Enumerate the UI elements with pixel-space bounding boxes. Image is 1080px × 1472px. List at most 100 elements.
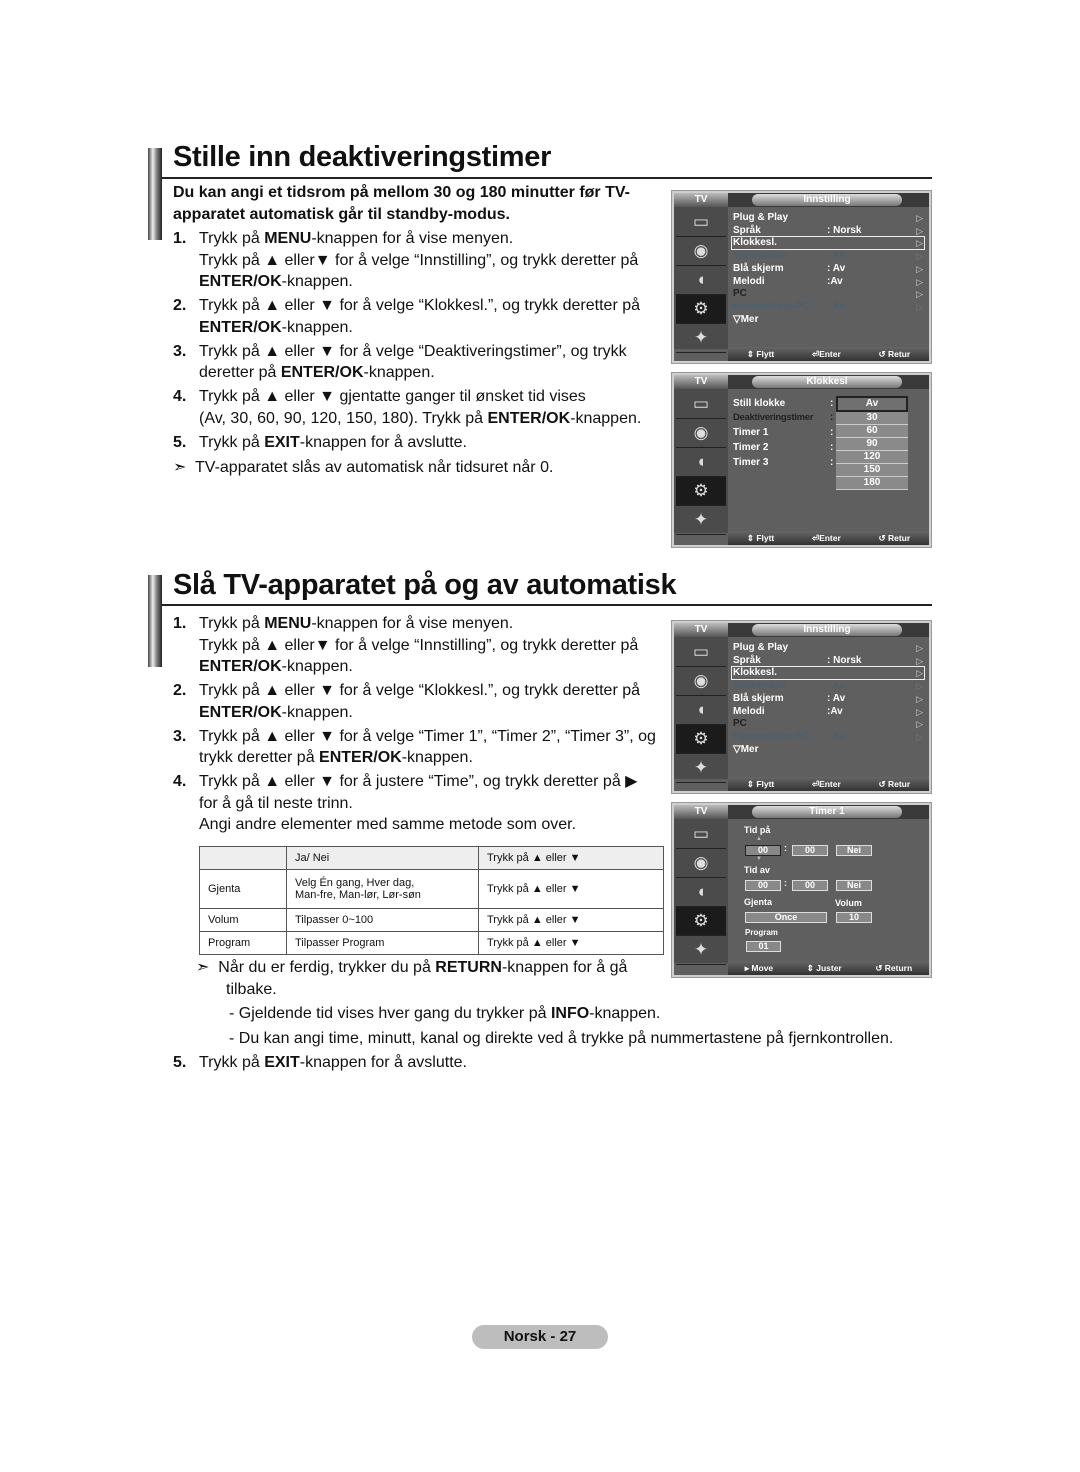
dropdown-option[interactable]: Av xyxy=(836,396,908,412)
menu-item-plug-play[interactable]: Plug & Play xyxy=(733,212,788,224)
sound-icon[interactable]: ◉ xyxy=(676,419,726,448)
menu-item-plug-play[interactable]: Plug & Play xyxy=(733,642,788,654)
colon: : xyxy=(784,843,787,853)
tid-av-minute[interactable]: 00 xyxy=(792,880,828,891)
tid-av-toggle[interactable]: Nei xyxy=(836,880,872,891)
menu-item-timer-1[interactable]: Timer 1 xyxy=(733,427,768,439)
menu-item-hjemmekino-pc[interactable]: Hjemmekino-PC xyxy=(733,301,810,313)
channel-icon[interactable]: ◖ xyxy=(676,266,726,295)
footer-move: ▸ Move xyxy=(744,962,774,973)
menu-item-språk[interactable]: Språk xyxy=(733,225,761,237)
menu-item-hjemmekino-pc[interactable]: Hjemmekino-PC xyxy=(733,731,810,743)
step-number: 2. xyxy=(173,297,187,314)
picture-icon[interactable]: ▭ xyxy=(676,638,726,667)
key-name: ENTER/OK xyxy=(199,703,282,721)
step-text-part: Trykk på ▲ eller ▼ for å velge “Klokkesl… xyxy=(199,297,641,314)
table-cell: Gjenta xyxy=(199,869,287,909)
section-marker-bar xyxy=(148,575,162,667)
input-icon[interactable]: ✦ xyxy=(676,754,726,783)
gjenta-select[interactable]: Once xyxy=(745,912,827,923)
dropdown-option[interactable]: 60 xyxy=(836,425,908,438)
chevron-right-icon: ▷ xyxy=(916,706,923,717)
step-text: trykk deretter på ENTER/OK-knappen. xyxy=(199,747,473,769)
menu-item-value: : Av xyxy=(827,730,846,742)
sound-icon[interactable]: ◉ xyxy=(676,237,726,266)
step-text-part: Trykk på xyxy=(199,615,265,632)
table-cell: Trykk på ▲ eller ▼ xyxy=(478,846,664,870)
menu-item-blå-skjerm[interactable]: Blå skjerm xyxy=(733,263,784,275)
title-rule xyxy=(162,177,932,179)
tid-pa-toggle[interactable]: Nei xyxy=(836,845,872,856)
picture-icon[interactable]: ▭ xyxy=(676,390,726,419)
tid-pa-minute[interactable]: 00 xyxy=(792,845,828,856)
note-arrow-icon: ➣ xyxy=(196,959,210,976)
footer-return: ↺ Return xyxy=(875,962,913,973)
menu-footer: ▸ Move ⇕ Juster ↺ Return xyxy=(728,961,929,975)
tid-pa-hour[interactable]: 00 xyxy=(745,845,781,856)
step-text-part: deretter på xyxy=(199,364,281,381)
menu-item-deaktiveringstimer[interactable]: Deaktiveringstimer xyxy=(733,412,813,424)
menu-item-spillmodus[interactable]: Spillmodus xyxy=(733,250,787,262)
dropdown-option[interactable]: 120 xyxy=(836,451,908,464)
setup-gear-icon[interactable]: ⚙ xyxy=(676,907,726,936)
menu-item-pc[interactable]: PC xyxy=(733,288,747,300)
input-icon[interactable]: ✦ xyxy=(676,936,726,965)
step-number: 3. xyxy=(173,342,187,360)
footer-return: ↺ Retur xyxy=(878,532,911,543)
tid-av-hour[interactable]: 00 xyxy=(745,880,781,891)
menu-item-pc[interactable]: PC xyxy=(733,718,747,730)
setup-gear-icon[interactable]: ⚙ xyxy=(676,725,726,754)
sound-icon[interactable]: ◉ xyxy=(676,849,726,878)
colon: : xyxy=(784,878,787,888)
channel-icon[interactable]: ◖ xyxy=(676,696,726,725)
gjenta-label: Gjenta xyxy=(744,897,773,907)
channel-icon[interactable]: ◖ xyxy=(676,448,726,477)
tv-menu-timer-1: TV Timer 1 ▭ ◉ ◖ ⚙ ✦ Tid på ▲ 00 : 00 Ne… xyxy=(671,802,932,978)
picture-icon[interactable]: ▭ xyxy=(676,820,726,849)
menu-item-timer-2[interactable]: Timer 2 xyxy=(733,442,768,454)
footer-move: ⇕ Flytt xyxy=(746,778,775,789)
menu-item-blå-skjerm[interactable]: Blå skjerm xyxy=(733,693,784,705)
step-text-part: Trykk på ▲ eller ▼ for å velge “Timer 1”… xyxy=(199,727,656,745)
menu-item-spillmodus[interactable]: Spillmodus xyxy=(733,680,787,692)
chevron-right-icon: ▷ xyxy=(916,276,923,287)
step-text-part: Trykk på ▲ eller▼ for å velge “Innstilli… xyxy=(199,251,639,269)
setup-gear-icon[interactable]: ⚙ xyxy=(676,477,726,506)
footer-move: ⇕ Flytt xyxy=(746,348,775,359)
input-icon[interactable]: ✦ xyxy=(676,324,726,353)
dropdown-option[interactable]: 90 xyxy=(836,438,908,451)
sleep-timer-dropdown[interactable]: Av 30 60 90 120 150 180 xyxy=(836,396,908,490)
colon: : xyxy=(830,442,834,453)
dropdown-option[interactable]: 180 xyxy=(836,477,908,490)
program-value[interactable]: 01 xyxy=(746,941,781,952)
step-text-part: Trykk på xyxy=(199,230,265,247)
picture-icon[interactable]: ▭ xyxy=(676,208,726,237)
tv-label: TV xyxy=(674,375,728,389)
step-text-part: (Av, 30, 60, 90, 120, 150, 180). Trykk p… xyxy=(199,409,488,427)
input-icon[interactable]: ✦ xyxy=(676,506,726,535)
table-cell: Ja/ Nei xyxy=(286,846,479,870)
dropdown-option[interactable]: 30 xyxy=(836,412,908,425)
menu-item-melodi[interactable]: Melodi xyxy=(733,706,765,718)
menu-item-melodi[interactable]: Melodi xyxy=(733,276,765,288)
menu-item-still-klokke[interactable]: Still klokke xyxy=(733,398,785,410)
table-cell: Trykk på ▲ eller ▼ xyxy=(478,869,664,909)
volum-value[interactable]: 10 xyxy=(836,912,872,923)
step-text: Trykk på EXIT-knappen for å avslutte. xyxy=(199,432,467,454)
colon: : xyxy=(830,427,834,438)
setup-gear-icon[interactable]: ⚙ xyxy=(676,295,726,324)
step-text: Trykk på ▲ eller ▼ for å velge “Klokkesl… xyxy=(199,295,640,317)
menu-item-mer[interactable]: ▽Mer xyxy=(733,314,758,326)
step-text: Trykk på ▲ eller ▼ gjentatte ganger til … xyxy=(199,386,586,408)
menu-item-språk[interactable]: Språk xyxy=(733,655,761,667)
intro-text: apparatet automatisk går til standby-mod… xyxy=(173,206,510,223)
step-number: 3. xyxy=(173,727,187,745)
step-number: 1. xyxy=(173,615,187,632)
step-text: ENTER/OK-knappen. xyxy=(199,702,353,724)
step-text: Trykk på EXIT-knappen for å avslutte. xyxy=(199,1052,467,1074)
sound-icon[interactable]: ◉ xyxy=(676,667,726,696)
menu-item-timer-3[interactable]: Timer 3 xyxy=(733,457,768,469)
channel-icon[interactable]: ◖ xyxy=(676,878,726,907)
dropdown-option[interactable]: 150 xyxy=(836,464,908,477)
menu-item-mer[interactable]: ▽Mer xyxy=(733,744,758,756)
